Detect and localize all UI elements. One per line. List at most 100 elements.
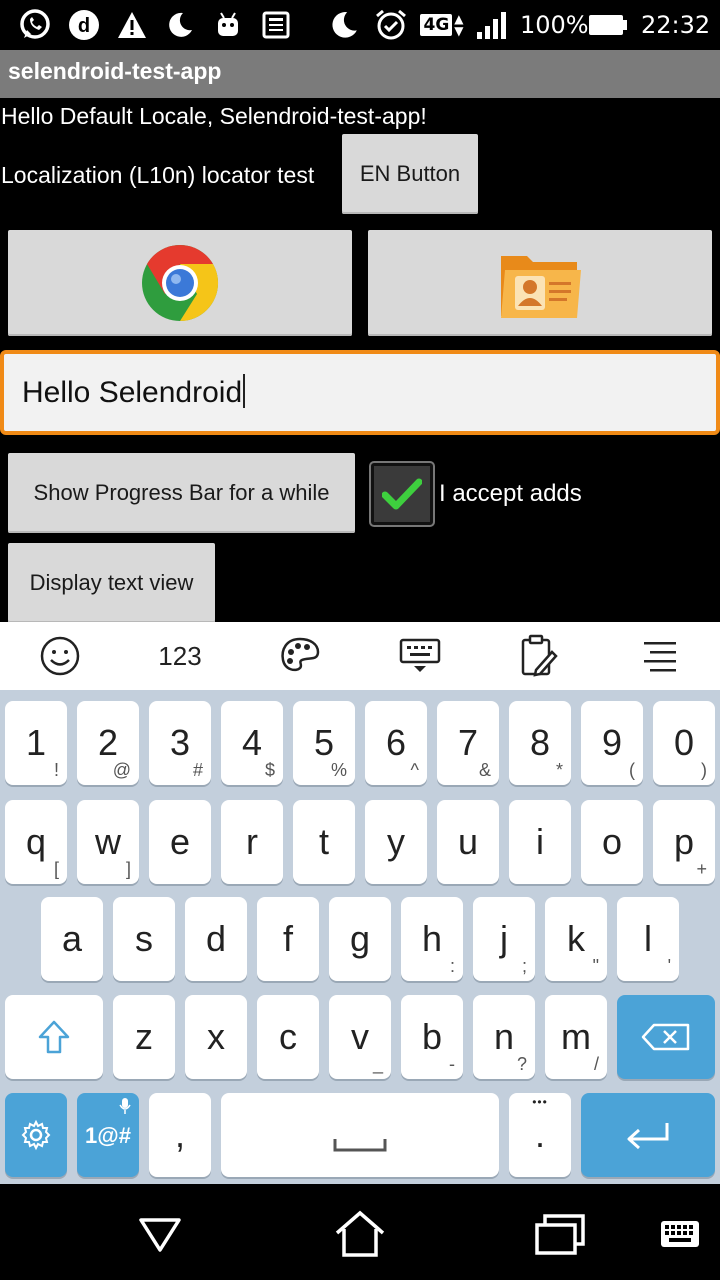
key-l[interactable]: l ' — [617, 897, 679, 981]
key-j[interactable]: j; — [473, 897, 535, 981]
home-icon[interactable] — [330, 1204, 390, 1264]
key-1[interactable]: 1! — [5, 701, 67, 785]
key-5[interactable]: 5% — [293, 701, 355, 785]
key-secondary-label: + — [696, 859, 707, 879]
key-v[interactable]: v _ — [329, 995, 391, 1079]
key-3[interactable]: 3 # — [149, 701, 211, 785]
space-key[interactable] — [221, 1093, 499, 1177]
dailymotion-icon: d — [66, 8, 102, 42]
hide-keyboard-icon[interactable] — [390, 632, 450, 680]
backspace-icon — [617, 995, 715, 1079]
chrome-button[interactable] — [8, 230, 352, 336]
key-7[interactable]: 7 & — [437, 701, 499, 785]
key-h[interactable]: h: — [401, 897, 463, 981]
key-k[interactable]: k " — [545, 897, 607, 981]
keyboard-switch-icon[interactable] — [650, 1204, 710, 1264]
key-f[interactable]: f — [257, 897, 319, 981]
clipboard-icon[interactable] — [508, 632, 568, 680]
symbols-key[interactable]: 1@# — [77, 1093, 139, 1177]
key-i[interactable]: i — [509, 800, 571, 884]
backspace-key[interactable] — [617, 995, 715, 1079]
recent-apps-icon[interactable] — [530, 1204, 590, 1264]
key-x[interactable]: x — [185, 995, 247, 1079]
chrome-icon — [142, 244, 219, 322]
status-bar: d 4G ▲ ▼ 100% 22:32 — [0, 0, 720, 50]
key-s[interactable]: s — [113, 897, 175, 981]
key-o[interactable]: o — [581, 800, 643, 884]
symbols-key-label: 1@# — [85, 1123, 131, 1148]
key-8[interactable]: 8 * — [509, 701, 571, 785]
key-secondary-label: ! — [53, 760, 59, 780]
accept-adds-label[interactable]: I accept adds — [439, 480, 582, 508]
key-y[interactable]: y — [365, 800, 427, 884]
key-t[interactable]: t — [293, 800, 355, 884]
gear-icon — [5, 1093, 67, 1177]
key-secondary-label: @ — [112, 760, 131, 780]
key-q[interactable]: q[ — [5, 800, 67, 884]
key-w[interactable]: w] — [77, 800, 139, 884]
text-input-value: Hello Selendroid — [22, 376, 243, 409]
android-debug-icon — [210, 8, 246, 42]
key-e[interactable]: e — [149, 800, 211, 884]
key-6[interactable]: 6 ^ — [365, 701, 427, 785]
key-secondary-label: ) — [701, 760, 707, 780]
key-n[interactable]: n? — [473, 995, 535, 1079]
key-label: s — [135, 918, 153, 959]
key-a[interactable]: a — [41, 897, 103, 981]
settings-key[interactable] — [5, 1093, 67, 1177]
comma-key[interactable]: , — [149, 1093, 211, 1177]
en-button[interactable]: EN Button — [342, 134, 478, 214]
show-progress-bar-button[interactable]: Show Progress Bar for a while — [8, 453, 355, 533]
key-m[interactable]: m / — [545, 995, 607, 1079]
key-9[interactable]: 9( — [581, 701, 643, 785]
key-secondary-label: # — [192, 760, 203, 780]
accept-adds-checkbox[interactable] — [371, 463, 433, 525]
period-key[interactable]: . ••• — [509, 1093, 571, 1177]
alarm-icon — [372, 8, 410, 42]
key-secondary-label: : — [449, 956, 455, 976]
key-r[interactable]: r — [221, 800, 283, 884]
key-u[interactable]: u — [437, 800, 499, 884]
moon-icon — [162, 8, 198, 42]
key-c[interactable]: c — [257, 995, 319, 1079]
key-secondary-label: & — [478, 760, 491, 780]
key-secondary-label: $ — [264, 760, 275, 780]
checkmark-icon — [382, 478, 422, 510]
key-z[interactable]: z — [113, 995, 175, 1079]
key-d[interactable]: d — [185, 897, 247, 981]
key-label: t — [318, 821, 329, 862]
key-label: p — [673, 821, 695, 862]
contact-folder-icon — [501, 256, 581, 318]
key-secondary-label: " — [592, 956, 599, 976]
key-2[interactable]: 2 @ — [77, 701, 139, 785]
enter-key[interactable] — [581, 1093, 715, 1177]
key-g[interactable]: g — [329, 897, 391, 981]
key-label: b — [421, 1016, 443, 1057]
key-label: n — [493, 1016, 515, 1057]
clock: 22:32 — [641, 11, 711, 39]
key-label: a — [61, 918, 83, 959]
display-text-view-button[interactable]: Display text view — [8, 543, 215, 623]
emoji-icon[interactable] — [30, 632, 90, 680]
warning-icon — [114, 8, 150, 42]
do-not-disturb-moon-icon — [326, 8, 362, 42]
text-input[interactable]: Hello Selendroid — [0, 350, 720, 435]
key-label: x — [207, 1016, 225, 1057]
key-0[interactable]: 0) — [653, 701, 715, 785]
contacts-folder-button[interactable] — [368, 230, 712, 336]
key-p[interactable]: p + — [653, 800, 715, 884]
news-icon — [258, 8, 294, 42]
key-4[interactable]: 4 $ — [221, 701, 283, 785]
app-bar: selendroid-test-app — [0, 50, 720, 98]
key-b[interactable]: b- — [401, 995, 463, 1079]
key-secondary-label: ( — [629, 760, 635, 780]
network-4g-icon: 4G ▲ ▼ — [418, 8, 466, 42]
key-label: 6 — [385, 722, 407, 763]
menu-icon[interactable] — [630, 632, 690, 680]
shift-key[interactable] — [5, 995, 103, 1079]
shift-icon — [5, 995, 103, 1079]
palette-icon[interactable] — [270, 632, 330, 680]
back-icon[interactable] — [130, 1204, 190, 1264]
numbers-tab[interactable]: 123 — [150, 632, 210, 680]
key-label: m — [561, 1016, 591, 1057]
